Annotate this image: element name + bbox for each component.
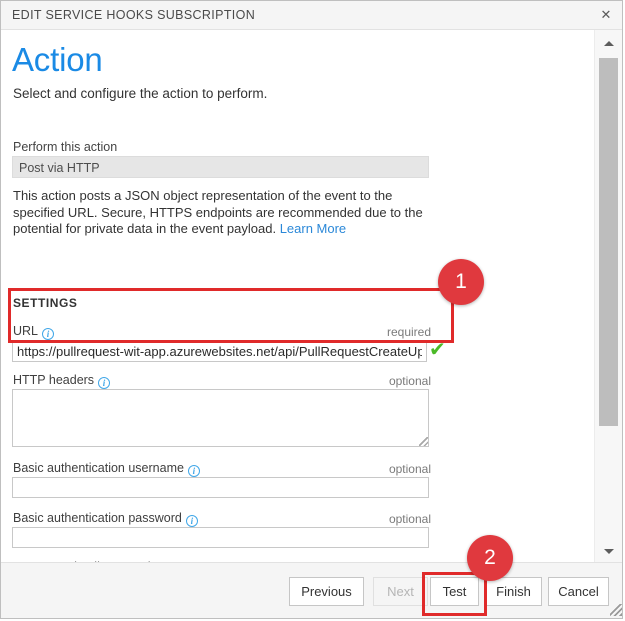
cancel-button[interactable]: Cancel: [548, 577, 609, 606]
basic-auth-password-requirement: optional: [389, 512, 431, 526]
page-subtitle: Select and configure the action to perfo…: [13, 86, 267, 101]
url-requirement: required: [387, 325, 431, 339]
http-headers-label-text: HTTP headers: [13, 373, 94, 387]
dialog-titlebar: EDIT SERVICE HOOKS SUBSCRIPTION ✕: [1, 1, 623, 30]
test-button[interactable]: Test: [430, 577, 479, 606]
settings-heading: SETTINGS: [13, 296, 77, 310]
scroll-down-arrow-icon: [604, 549, 614, 554]
content-scrollbar[interactable]: [594, 30, 622, 564]
finish-button[interactable]: Finish: [485, 577, 542, 606]
dialog-title: EDIT SERVICE HOOKS SUBSCRIPTION: [12, 8, 255, 22]
scroll-down-button[interactable]: [595, 538, 622, 564]
previous-button[interactable]: Previous: [289, 577, 364, 606]
info-icon[interactable]: i: [98, 377, 110, 389]
url-valid-checkmark: ✔: [429, 340, 447, 358]
scroll-up-button[interactable]: [595, 30, 622, 56]
action-description: This action posts a JSON object represen…: [13, 188, 433, 238]
basic-auth-username-requirement: optional: [389, 462, 431, 476]
perform-action-value: Post via HTTP: [12, 156, 429, 178]
dialog-content: Action Select and configure the action t…: [1, 30, 595, 564]
scroll-up-arrow-icon: [604, 41, 614, 46]
info-icon[interactable]: i: [186, 515, 198, 527]
info-icon[interactable]: i: [188, 465, 200, 477]
http-headers-label: HTTP headers i: [13, 373, 110, 389]
close-icon[interactable]: ✕: [591, 2, 621, 28]
basic-auth-username-label: Basic authentication username i: [13, 461, 200, 477]
basic-auth-username-label-text: Basic authentication username: [13, 461, 184, 475]
http-headers-requirement: optional: [389, 374, 431, 388]
info-icon[interactable]: i: [42, 328, 54, 340]
action-description-text: This action posts a JSON object represen…: [13, 188, 423, 236]
basic-auth-password-label: Basic authentication password i: [13, 511, 198, 527]
learn-more-link[interactable]: Learn More: [280, 221, 346, 236]
window-resize-grip[interactable]: [610, 604, 622, 616]
basic-auth-password-input[interactable]: [12, 527, 429, 548]
perform-action-label: Perform this action: [13, 140, 117, 154]
url-label: URL i: [13, 324, 54, 340]
dialog-footer: Previous Next Test Finish Cancel: [1, 562, 623, 618]
url-input[interactable]: [12, 340, 427, 362]
basic-auth-password-label-text: Basic authentication password: [13, 511, 182, 525]
scrollbar-thumb[interactable]: [599, 58, 618, 426]
next-button: Next: [373, 577, 428, 606]
basic-auth-username-input[interactable]: [12, 477, 429, 498]
page-title: Action: [12, 41, 103, 79]
edit-service-hooks-subscription-dialog: EDIT SERVICE HOOKS SUBSCRIPTION ✕ Action…: [0, 0, 623, 619]
http-headers-textarea[interactable]: [12, 389, 429, 447]
url-label-text: URL: [13, 324, 38, 338]
